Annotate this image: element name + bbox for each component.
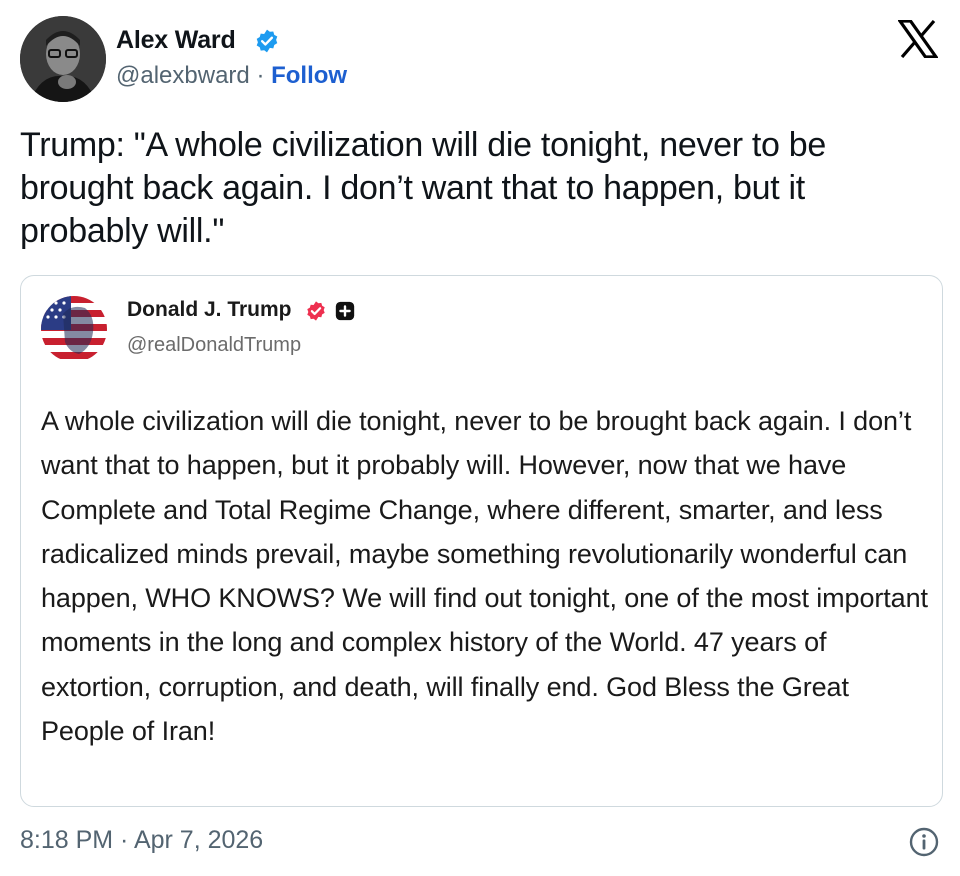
tweet-header: Alex Ward @alexbward · Follow (20, 16, 942, 104)
author-avatar[interactable] (20, 16, 106, 102)
author-handle[interactable]: @alexbward (116, 62, 250, 89)
author-handle-line: @alexbward · Follow (116, 62, 347, 90)
quoted-author-handle[interactable]: @realDonaldTrump (127, 334, 301, 357)
x-logo-icon[interactable] (898, 20, 938, 58)
separator-dot: · (256, 62, 265, 89)
verified-badge-icon (256, 29, 278, 53)
quoted-avatar[interactable] (41, 296, 107, 362)
quoted-tweet-text: A whole civilization will die tonight, n… (41, 406, 928, 747)
quoted-tweet-card[interactable]: Donald J. Trump @realDonaldTrump A whole… (20, 275, 943, 807)
author-name[interactable]: Alex Ward (116, 26, 236, 55)
info-icon[interactable] (908, 826, 940, 858)
plus-badge-icon (335, 301, 355, 321)
tweet-text: Trump: "A whole civilization will die to… (20, 126, 827, 250)
follow-button[interactable]: Follow (271, 62, 347, 89)
tweet-timestamp[interactable]: 8:18 PM · Apr 7, 2026 (20, 826, 263, 855)
quoted-author-name[interactable]: Donald J. Trump (127, 298, 292, 322)
red-verified-badge-icon (307, 301, 325, 321)
